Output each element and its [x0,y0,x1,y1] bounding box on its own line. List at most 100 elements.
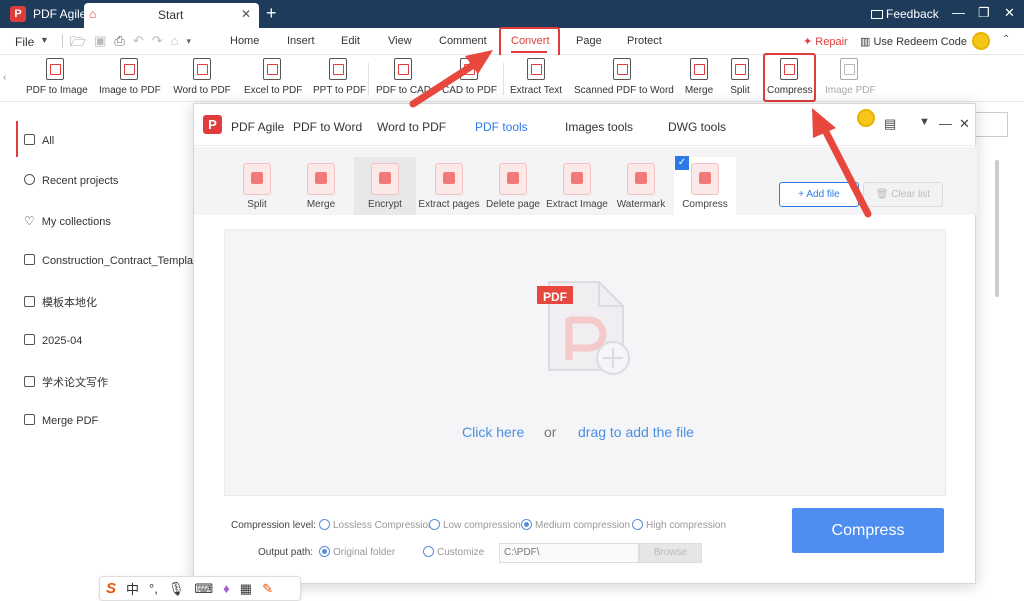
ime-mode-toggle[interactable]: 中 [126,579,139,598]
tool-label: Encrypt [368,199,402,210]
minimize-icon[interactable]: — [952,5,965,20]
ribbon-image-to-pdf[interactable]: Image to PDF [99,58,161,96]
sidebar-item-recent[interactable]: Recent projects [24,174,118,187]
compress-highlight [763,53,816,102]
click-here-link[interactable]: Click here [462,424,524,440]
background-search-box[interactable] [976,112,1008,137]
ribbon-word-to-pdf[interactable]: Word to PDF [173,58,231,96]
tab-start[interactable]: ⌂ Start ✕ [84,3,259,28]
file-drop-area[interactable]: PDF Click here or drag to add the file [224,229,946,496]
ribbon-scanned-pdf-to-word[interactable]: Scanned PDF to Word [574,58,674,96]
split-icon [731,58,749,80]
tool-split[interactable]: Split [226,157,288,215]
ribbon-excel-to-pdf[interactable]: Excel to PDF [244,58,302,96]
add-file-button[interactable]: + Add file [779,182,859,207]
avatar[interactable] [972,32,990,50]
menu-home[interactable]: Home [230,35,259,47]
ribbon-image-pdf[interactable]: Image PDF [825,58,876,96]
ribbon-pdf-to-cad[interactable]: PDF to CAD [376,58,431,96]
restore-icon[interactable]: ❐ [978,5,990,21]
tool-merge[interactable]: Merge [290,157,352,215]
ribbon-ppt-to-pdf[interactable]: PPT to PDF [313,58,366,96]
menu-edit[interactable]: Edit [341,35,360,47]
split-icon [243,163,271,195]
toolbox-icon[interactable]: ✎ [262,581,273,597]
close-icon[interactable]: ✕ [959,116,970,132]
tab-pdf-to-word[interactable]: PDF to Word [293,120,362,134]
lock-icon [371,163,399,195]
redeem-button[interactable]: ▥ Use Redeem Code [860,35,967,48]
menu-page[interactable]: Page [576,35,602,47]
add-tab-icon[interactable]: + [266,3,277,24]
menu-protect[interactable]: Protect [627,35,662,47]
open-folder-icon[interactable]: 🗁 [70,33,86,55]
repair-button[interactable]: ✦ Repair [803,35,848,48]
print-icon[interactable]: ⎙ [114,33,124,55]
menu-comment[interactable]: Comment [439,35,487,47]
sidebar-item-folder[interactable]: Merge PDF [24,414,98,427]
browse-button[interactable]: Browse [639,543,702,563]
radio-medium[interactable]: Medium compression [521,519,630,531]
save-icon[interactable]: ▣ [94,33,106,55]
radio-low[interactable]: Low compression [429,519,521,531]
skin-icon[interactable]: ♦ [223,581,230,596]
ribbon-toggle-icon[interactable]: ⌃ [1002,34,1010,45]
tool-delete-page[interactable]: Delete page [482,157,544,215]
ribbon-split[interactable]: Split [728,58,752,96]
cad-to-pdf-icon [460,58,478,80]
radio-icon [429,519,440,530]
tab-word-to-pdf[interactable]: Word to PDF [377,120,446,134]
ime-logo-icon[interactable]: S [106,580,116,597]
sidebar-item-folder[interactable]: 模板本地化 [24,294,97,310]
close-tab-icon[interactable]: ✕ [241,7,251,21]
sidebar-item-all[interactable]: All [24,134,54,147]
tab-images-tools[interactable]: Images tools [565,120,633,134]
minimize-icon[interactable]: — [939,116,952,131]
tool-encrypt[interactable]: Encrypt [354,157,416,215]
ime-punctuation-toggle[interactable]: °, [149,581,158,596]
output-path-field[interactable]: C:\PDF\ [499,543,639,563]
radio-customize[interactable]: Customize [423,546,484,558]
ribbon-merge[interactable]: Merge [683,58,715,96]
ribbon-cad-to-pdf[interactable]: CAD to PDF [442,58,497,96]
scrollbar[interactable] [995,160,999,297]
tab-dwg-tools[interactable]: DWG tools [668,120,726,134]
clear-list-button[interactable]: 🗑 Clear list [863,182,943,207]
word-to-pdf-icon [193,58,211,80]
radio-lossless[interactable]: Lossless Compression [319,519,434,531]
sidebar-item-folder[interactable]: Construction_Contract_Templa... [24,254,202,267]
or-text: or [544,424,557,440]
collapse-icon[interactable]: ‹ [3,72,6,83]
feedback-button[interactable]: Feedback [871,7,939,21]
apps-grid-icon[interactable]: ▦ [240,581,252,597]
message-icon[interactable]: ▤ [884,116,896,132]
microphone-icon[interactable]: 🎙 [168,581,185,597]
tool-extract-pages[interactable]: Extract pages [418,157,480,215]
customize-icon[interactable]: ▾ [187,33,192,55]
delete-page-icon [499,163,527,195]
sidebar-item-folder[interactable]: 学术论文写作 [24,374,108,390]
radio-original-folder[interactable]: Original folder [319,546,395,558]
menu-insert[interactable]: Insert [287,35,315,47]
ribbon-extract-text[interactable]: Extract Text [510,58,562,96]
menu-view[interactable]: View [388,35,412,47]
window-close-icon[interactable]: ✕ [1004,5,1015,21]
tool-watermark[interactable]: Watermark [610,157,672,215]
chevron-down-icon[interactable]: ▼ [40,35,49,45]
sidebar-item-collections[interactable]: ♡ My collections [24,214,111,228]
dropdown-icon[interactable]: ▼ [919,116,930,128]
ribbon-label: Image to PDF [99,85,161,96]
folder-icon [24,376,35,387]
home-icon[interactable]: ⌂ [171,33,179,55]
undo-icon[interactable]: ↶ [133,33,144,55]
sidebar-item-folder[interactable]: 2025-04 [24,334,82,347]
radio-high[interactable]: High compression [632,519,726,531]
compress-button[interactable]: Compress [792,508,944,553]
file-menu[interactable]: File [15,35,34,49]
ribbon-pdf-to-image[interactable]: PDF to Image [26,58,88,96]
tool-extract-image[interactable]: Extract Image [546,157,608,215]
keyboard-icon[interactable]: ⌨ [194,581,213,597]
tab-pdf-tools[interactable]: PDF tools [475,120,528,134]
avatar[interactable] [857,109,875,127]
redo-icon[interactable]: ↷ [152,33,163,55]
